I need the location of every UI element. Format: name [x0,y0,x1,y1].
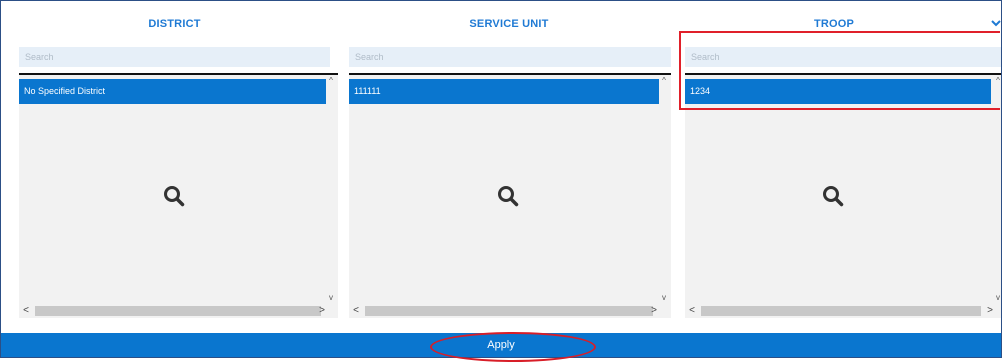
scrollbar-thumb[interactable] [701,306,981,316]
troop-list-item[interactable]: 1234 [685,79,991,104]
search-icon [823,186,844,207]
scroll-down-icon[interactable]: v [659,292,669,304]
scroll-right-icon[interactable]: > [649,304,659,318]
troop-search-input[interactable] [685,47,1001,67]
district-list[interactable]: No Specified District ^ v < > [19,73,338,318]
chevron-down-icon[interactable] [991,18,1001,28]
district-search-input[interactable] [19,47,330,67]
scroll-down-icon[interactable]: v [993,292,1002,304]
scroll-left-icon[interactable]: < [687,304,697,318]
scroll-right-icon[interactable]: > [985,304,995,318]
scroll-down-icon[interactable]: v [326,292,336,304]
search-icon [498,186,519,207]
horizontal-scrollbar[interactable]: < > [349,304,671,318]
scroll-left-icon[interactable]: < [21,304,31,318]
troop-header: TROOP [813,18,855,30]
horizontal-scrollbar[interactable]: < > [685,304,1001,318]
service-unit-list[interactable]: 111111 ^ v < > [349,73,671,318]
apply-button[interactable]: Apply [1,333,1001,357]
scroll-up-icon[interactable]: ^ [326,75,336,87]
service-unit-header: SERVICE UNIT [469,18,549,30]
district-header: DISTRICT [148,18,201,30]
scroll-up-icon[interactable]: ^ [659,75,669,87]
scrollbar-thumb[interactable] [365,306,653,316]
scroll-up-icon[interactable]: ^ [993,75,1002,87]
service-unit-search-input[interactable] [349,47,671,67]
scrollbar-thumb[interactable] [35,306,321,316]
troop-list[interactable]: 1234 ^ v < > [685,73,1001,318]
service-unit-list-item[interactable]: 111111 [349,79,659,104]
scroll-right-icon[interactable]: > [317,304,327,318]
search-icon [164,186,185,207]
scroll-left-icon[interactable]: < [351,304,361,318]
district-list-item[interactable]: No Specified District [19,79,326,104]
horizontal-scrollbar[interactable]: < > [19,304,338,318]
filter-panel: DISTRICT SERVICE UNIT TROOP No Specified… [0,0,1002,358]
